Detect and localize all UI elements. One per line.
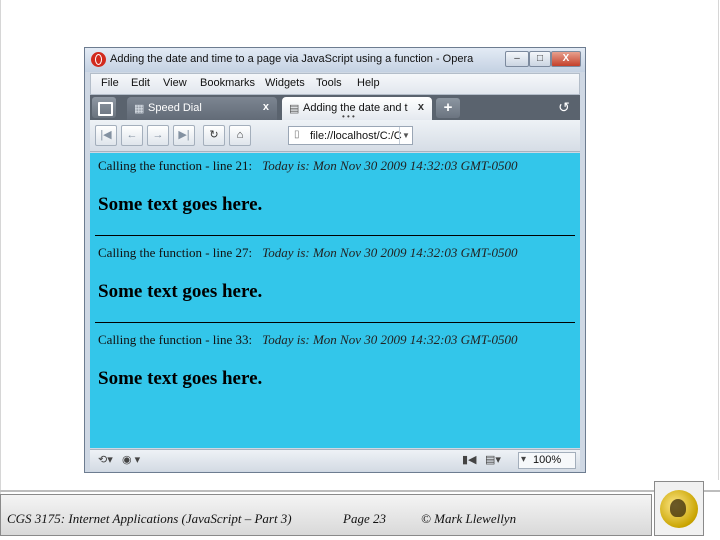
call-text: Calling the function - line 21: [98, 158, 253, 173]
back-button[interactable]: ← [121, 125, 143, 146]
navigation-toolbar: |◀ ← → ▶| ↻ ⌂ ▯ file://localhost/C:/C ▼ [90, 120, 580, 152]
zoom-control[interactable]: ▾ 100% [518, 452, 576, 469]
today-text: Today is: Mon Nov 30 2009 14:32:03 GMT-0… [262, 332, 518, 347]
horizontal-rule [95, 235, 575, 236]
file-icon: ▯ [294, 129, 300, 140]
trash-icon[interactable]: ↺ [552, 97, 576, 118]
menu-file[interactable]: File [101, 77, 119, 89]
menu-edit[interactable]: Edit [131, 77, 150, 89]
tab-speed-dial[interactable]: ▦ Speed Dial x [127, 97, 277, 120]
ucf-logo [654, 481, 704, 536]
menu-view[interactable]: View [163, 77, 187, 89]
menu-bar: File Edit View Bookmarks Widgets Tools H… [90, 73, 580, 95]
zoom-icon: ▾ [521, 454, 527, 465]
menu-tools[interactable]: Tools [316, 77, 342, 89]
new-tab-button[interactable]: + [436, 98, 460, 118]
slide-edge-right [718, 0, 719, 480]
page-content: Calling the function - line 21: Today is:… [90, 153, 580, 448]
window-title: Adding the date and time to a page via J… [110, 53, 474, 65]
forward-button[interactable]: → [147, 125, 169, 146]
footer-divider [0, 490, 720, 492]
copyright-text: © Mark Llewellyn [421, 511, 517, 526]
address-dropdown-icon[interactable]: ▼ [399, 127, 412, 144]
view-options-icon[interactable]: ▤▾ [485, 453, 501, 466]
tab-close-icon[interactable]: x [418, 101, 424, 113]
panel-toggle-icon[interactable] [92, 97, 116, 118]
address-field[interactable]: ▯ file://localhost/C:/C ▼ [288, 126, 413, 145]
tab-label: Speed Dial [148, 102, 202, 114]
panel-toggle-icon[interactable]: ▮◀ [462, 453, 477, 466]
tab-current-page[interactable]: ▤ Adding the date and ti... x • • • [282, 97, 432, 121]
some-text-heading: Some text goes here. [98, 194, 263, 215]
fast-forward-button[interactable]: ▶| [173, 125, 195, 146]
pegasus-logo-icon [660, 490, 698, 528]
slide-footer: CGS 3175: Internet Applications (JavaScr… [0, 494, 652, 536]
tab-bar: ▦ Speed Dial x ▤ Adding the date and ti.… [90, 95, 580, 121]
browser-window: Adding the date and time to a page via J… [84, 47, 586, 473]
home-button[interactable]: ⌂ [229, 125, 251, 146]
sync-icon[interactable]: ⟲▾ [98, 453, 113, 466]
maximize-button[interactable]: □ [529, 51, 551, 67]
course-title: CGS 3175: Internet Applications (JavaScr… [7, 511, 292, 526]
zoom-value: 100% [533, 454, 562, 466]
menu-help[interactable]: Help [357, 77, 380, 89]
page-icon: ▤ [289, 103, 300, 115]
output-block-3: Calling the function - line 33: Today is:… [98, 332, 574, 390]
slide-edge-left [0, 0, 1, 494]
call-line: Calling the function - line 21: Today is:… [98, 158, 574, 174]
tab-label: Adding the date and ti... [303, 102, 408, 114]
reload-button[interactable]: ↻ [203, 125, 225, 146]
call-line: Calling the function - line 33: Today is:… [98, 332, 574, 348]
today-text: Today is: Mon Nov 30 2009 14:32:03 GMT-0… [262, 158, 518, 173]
minimize-button[interactable]: – [505, 51, 529, 67]
address-text: file://localhost/C:/C [310, 130, 402, 142]
title-bar[interactable]: Adding the date and time to a page via J… [85, 48, 585, 72]
some-text-heading: Some text goes here. [98, 281, 263, 302]
status-bar: ⟲▾ ◉ ▾ ▮◀ ▤▾ ▾ 100% [90, 449, 580, 471]
menu-widgets[interactable]: Widgets [265, 77, 305, 89]
call-text: Calling the function - line 33: [98, 332, 253, 347]
output-block-2: Calling the function - line 27: Today is:… [98, 245, 574, 303]
opera-logo-icon[interactable] [91, 52, 106, 67]
tab-close-icon[interactable]: x [263, 101, 269, 113]
rewind-button[interactable]: |◀ [95, 125, 117, 146]
speed-dial-icon: ▦ [134, 103, 145, 115]
call-line: Calling the function - line 27: Today is:… [98, 245, 574, 261]
unite-icon[interactable]: ◉ ▾ [122, 453, 140, 466]
horizontal-rule [95, 322, 575, 323]
output-block-1: Calling the function - line 21: Today is:… [98, 158, 574, 216]
page-number: Page 23 [343, 511, 386, 526]
close-button[interactable]: X [551, 51, 581, 67]
some-text-heading: Some text goes here. [98, 368, 263, 389]
today-text: Today is: Mon Nov 30 2009 14:32:03 GMT-0… [262, 245, 518, 260]
menu-bookmarks[interactable]: Bookmarks [200, 77, 255, 89]
call-text: Calling the function - line 27: [98, 245, 253, 260]
